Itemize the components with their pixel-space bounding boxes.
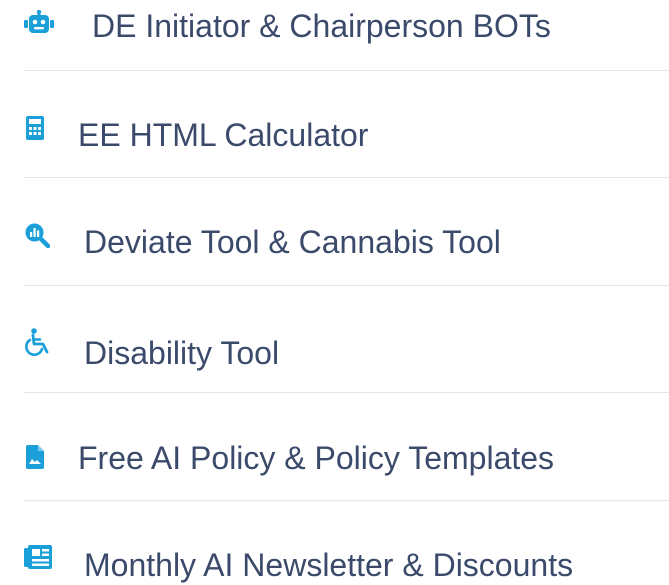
menu-item-label: EE HTML Calculator [78, 117, 369, 153]
menu-item-ee-calculator[interactable]: EE HTML Calculator [0, 71, 669, 177]
menu-item-ai-policy[interactable]: Free AI Policy & Policy Templates [0, 393, 669, 500]
menu-item-label: Deviate Tool & Cannabis Tool [84, 224, 501, 260]
menu-item-label: Free AI Policy & Policy Templates [78, 440, 555, 476]
calculator-icon [26, 116, 44, 140]
menu-item-deviate-tool[interactable]: Deviate Tool & Cannabis Tool [0, 178, 669, 285]
wheelchair-icon [24, 328, 52, 356]
menu-item-label: Disability Tool [84, 335, 280, 371]
menu-item-newsletter[interactable]: Monthly AI Newsletter & Discounts [0, 501, 669, 585]
menu-item-de-initiator[interactable]: DE Initiator & Chairperson BOTs [0, 0, 669, 70]
newspaper-icon [24, 545, 52, 569]
menu-item-disability-tool[interactable]: Disability Tool [0, 286, 669, 392]
document-icon [26, 445, 44, 469]
chart-search-icon [24, 222, 50, 248]
menu-item-label: DE Initiator & Chairperson BOTs [92, 8, 551, 44]
menu-item-label: Monthly AI Newsletter & Discounts [84, 547, 574, 583]
robot-icon [24, 10, 54, 36]
